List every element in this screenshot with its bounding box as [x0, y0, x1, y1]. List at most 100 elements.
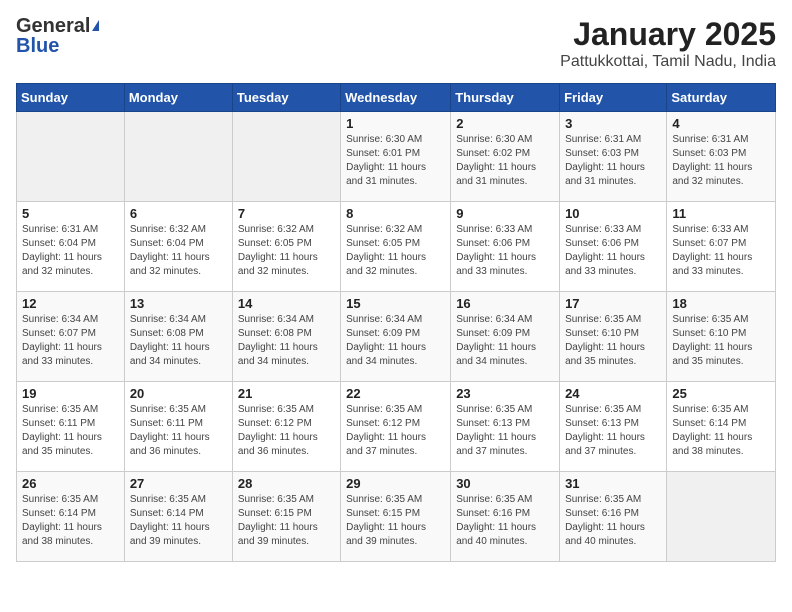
calendar-cell: 10 Sunrise: 6:33 AM Sunset: 6:06 PM Dayli… — [560, 202, 667, 292]
day-number: 8 — [346, 206, 445, 221]
calendar-header-saturday: Saturday — [667, 84, 776, 112]
logo-blue: Blue — [16, 36, 99, 56]
day-number: 4 — [672, 116, 770, 131]
day-info: Sunrise: 6:33 AM Sunset: 6:07 PM Dayligh… — [672, 223, 770, 279]
calendar-header-row: SundayMondayTuesdayWednesdayThursdayFrid… — [17, 84, 776, 112]
calendar-cell: 17 Sunrise: 6:35 AM Sunset: 6:10 PM Dayli… — [560, 292, 667, 382]
day-info: Sunrise: 6:30 AM Sunset: 6:02 PM Dayligh… — [456, 133, 554, 189]
day-number: 30 — [456, 476, 554, 491]
day-number: 14 — [238, 296, 335, 311]
day-info: Sunrise: 6:32 AM Sunset: 6:05 PM Dayligh… — [238, 223, 335, 279]
calendar-header-tuesday: Tuesday — [232, 84, 340, 112]
calendar-cell: 31 Sunrise: 6:35 AM Sunset: 6:16 PM Dayli… — [560, 472, 667, 562]
calendar-cell — [667, 472, 776, 562]
day-number: 26 — [22, 476, 119, 491]
day-number: 12 — [22, 296, 119, 311]
day-info: Sunrise: 6:35 AM Sunset: 6:14 PM Dayligh… — [22, 493, 119, 549]
day-number: 13 — [130, 296, 227, 311]
calendar-week-row: 12 Sunrise: 6:34 AM Sunset: 6:07 PM Dayli… — [17, 292, 776, 382]
calendar-cell: 29 Sunrise: 6:35 AM Sunset: 6:15 PM Dayli… — [341, 472, 451, 562]
day-number: 24 — [565, 386, 661, 401]
day-info: Sunrise: 6:33 AM Sunset: 6:06 PM Dayligh… — [456, 223, 554, 279]
day-number: 23 — [456, 386, 554, 401]
day-info: Sunrise: 6:31 AM Sunset: 6:04 PM Dayligh… — [22, 223, 119, 279]
day-number: 27 — [130, 476, 227, 491]
day-number: 9 — [456, 206, 554, 221]
day-number: 29 — [346, 476, 445, 491]
calendar-cell: 24 Sunrise: 6:35 AM Sunset: 6:13 PM Dayli… — [560, 382, 667, 472]
day-info: Sunrise: 6:31 AM Sunset: 6:03 PM Dayligh… — [672, 133, 770, 189]
calendar-cell: 9 Sunrise: 6:33 AM Sunset: 6:06 PM Daylig… — [451, 202, 560, 292]
day-info: Sunrise: 6:34 AM Sunset: 6:09 PM Dayligh… — [456, 313, 554, 369]
day-info: Sunrise: 6:35 AM Sunset: 6:10 PM Dayligh… — [672, 313, 770, 369]
calendar-cell: 14Sunrise: 6:34 AM Sunset: 6:08 PM Dayli… — [232, 292, 340, 382]
day-info: Sunrise: 6:35 AM Sunset: 6:13 PM Dayligh… — [456, 403, 554, 459]
logo: General Blue — [16, 16, 99, 56]
day-info: Sunrise: 6:35 AM Sunset: 6:15 PM Dayligh… — [346, 493, 445, 549]
day-number: 5 — [22, 206, 119, 221]
day-number: 11 — [672, 206, 770, 221]
calendar-cell: 12 Sunrise: 6:34 AM Sunset: 6:07 PM Dayli… — [17, 292, 125, 382]
calendar-header-thursday: Thursday — [451, 84, 560, 112]
day-info: Sunrise: 6:32 AM Sunset: 6:04 PM Dayligh… — [130, 223, 227, 279]
calendar-cell: 4 Sunrise: 6:31 AM Sunset: 6:03 PM Daylig… — [667, 112, 776, 202]
calendar-cell: 30 Sunrise: 6:35 AM Sunset: 6:16 PM Dayli… — [451, 472, 560, 562]
day-number: 17 — [565, 296, 661, 311]
day-number: 7 — [238, 206, 335, 221]
day-info: Sunrise: 6:33 AM Sunset: 6:06 PM Dayligh… — [565, 223, 661, 279]
calendar-week-row: 19 Sunrise: 6:35 AM Sunset: 6:11 PM Dayli… — [17, 382, 776, 472]
calendar-cell — [232, 112, 340, 202]
day-info: Sunrise: 6:34 AM Sunset: 6:08 PM Dayligh… — [130, 313, 227, 369]
calendar-cell: 16 Sunrise: 6:34 AM Sunset: 6:09 PM Dayli… — [451, 292, 560, 382]
day-number: 2 — [456, 116, 554, 131]
calendar-header-sunday: Sunday — [17, 84, 125, 112]
calendar-cell: 21Sunrise: 6:35 AM Sunset: 6:12 PM Dayli… — [232, 382, 340, 472]
calendar-header-wednesday: Wednesday — [341, 84, 451, 112]
calendar-header-monday: Monday — [124, 84, 232, 112]
calendar-cell: 20 Sunrise: 6:35 AM Sunset: 6:11 PM Dayli… — [124, 382, 232, 472]
day-info: Sunrise: 6:35 AM Sunset: 6:15 PM Dayligh… — [238, 493, 335, 549]
calendar-cell: 15Sunrise: 6:34 AM Sunset: 6:09 PM Dayli… — [341, 292, 451, 382]
day-info: Sunrise: 6:35 AM Sunset: 6:16 PM Dayligh… — [565, 493, 661, 549]
day-info: Sunrise: 6:35 AM Sunset: 6:13 PM Dayligh… — [565, 403, 661, 459]
calendar-header-friday: Friday — [560, 84, 667, 112]
day-info: Sunrise: 6:35 AM Sunset: 6:11 PM Dayligh… — [22, 403, 119, 459]
day-number: 16 — [456, 296, 554, 311]
page-header: General Blue January 2025 Pattukkottai, … — [16, 16, 776, 71]
day-info: Sunrise: 6:35 AM Sunset: 6:14 PM Dayligh… — [672, 403, 770, 459]
day-number: 20 — [130, 386, 227, 401]
calendar-cell: 26 Sunrise: 6:35 AM Sunset: 6:14 PM Dayli… — [17, 472, 125, 562]
day-number: 10 — [565, 206, 661, 221]
calendar-week-row: 5 Sunrise: 6:31 AM Sunset: 6:04 PM Daylig… — [17, 202, 776, 292]
day-info: Sunrise: 6:35 AM Sunset: 6:11 PM Dayligh… — [130, 403, 227, 459]
day-info: Sunrise: 6:35 AM Sunset: 6:14 PM Dayligh… — [130, 493, 227, 549]
calendar-cell — [17, 112, 125, 202]
day-number: 19 — [22, 386, 119, 401]
day-info: Sunrise: 6:34 AM Sunset: 6:07 PM Dayligh… — [22, 313, 119, 369]
calendar-week-row: 1 Sunrise: 6:30 AM Sunset: 6:01 PM Daylig… — [17, 112, 776, 202]
calendar-table: SundayMondayTuesdayWednesdayThursdayFrid… — [16, 83, 776, 562]
day-number: 31 — [565, 476, 661, 491]
day-info: Sunrise: 6:35 AM Sunset: 6:10 PM Dayligh… — [565, 313, 661, 369]
day-number: 25 — [672, 386, 770, 401]
day-info: Sunrise: 6:35 AM Sunset: 6:16 PM Dayligh… — [456, 493, 554, 549]
calendar-week-row: 26 Sunrise: 6:35 AM Sunset: 6:14 PM Dayli… — [17, 472, 776, 562]
page-title: January 2025 — [560, 16, 776, 53]
calendar-cell: 6 Sunrise: 6:32 AM Sunset: 6:04 PM Daylig… — [124, 202, 232, 292]
day-number: 6 — [130, 206, 227, 221]
calendar-cell: 23 Sunrise: 6:35 AM Sunset: 6:13 PM Dayli… — [451, 382, 560, 472]
day-info: Sunrise: 6:30 AM Sunset: 6:01 PM Dayligh… — [346, 133, 445, 189]
calendar-cell: 25 Sunrise: 6:35 AM Sunset: 6:14 PM Dayli… — [667, 382, 776, 472]
logo-triangle-icon — [92, 20, 99, 31]
calendar-cell: 8 Sunrise: 6:32 AM Sunset: 6:05 PM Daylig… — [341, 202, 451, 292]
day-number: 1 — [346, 116, 445, 131]
calendar-cell: 18Sunrise: 6:35 AM Sunset: 6:10 PM Dayli… — [667, 292, 776, 382]
page-subtitle: Pattukkottai, Tamil Nadu, India — [560, 53, 776, 71]
calendar-cell — [124, 112, 232, 202]
day-number: 21 — [238, 386, 335, 401]
day-info: Sunrise: 6:32 AM Sunset: 6:05 PM Dayligh… — [346, 223, 445, 279]
title-block: January 2025 Pattukkottai, Tamil Nadu, I… — [560, 16, 776, 71]
calendar-cell: 11 Sunrise: 6:33 AM Sunset: 6:07 PM Dayli… — [667, 202, 776, 292]
day-number: 15 — [346, 296, 445, 311]
calendar-cell: 27 Sunrise: 6:35 AM Sunset: 6:14 PM Dayli… — [124, 472, 232, 562]
